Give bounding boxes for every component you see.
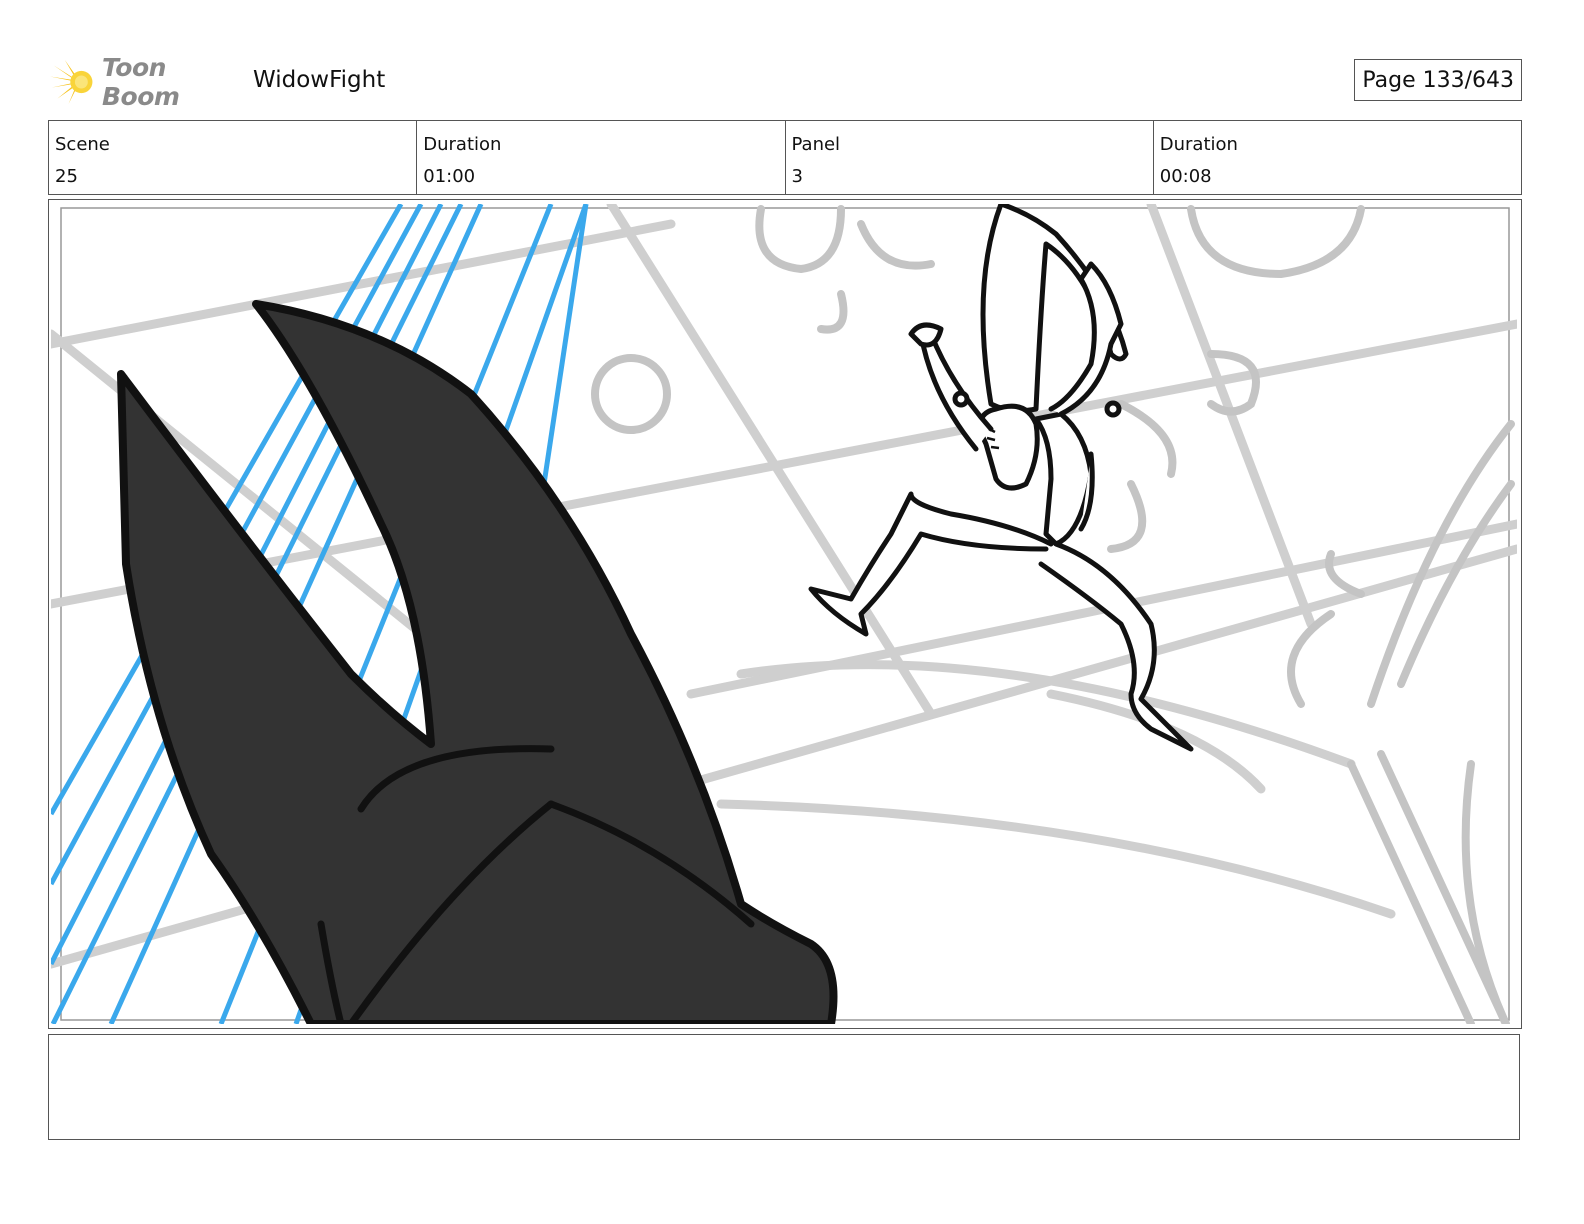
panel-label: Panel [791, 134, 841, 155]
project-title: WidowFight [253, 67, 386, 93]
logo-text: Toon Boom [101, 53, 180, 111]
panel-notes [48, 1034, 1520, 1140]
scene-duration-value: 01:00 [423, 166, 476, 187]
scene-label: Scene [55, 134, 110, 155]
panel-value: 3 [791, 166, 803, 187]
page-header: Toon Boom WidowFight Page 133/643 [48, 52, 1522, 111]
scene-info-table: Scene 25 Duration 01:00 Panel 3 Duration… [48, 120, 1522, 195]
scene-cell: Scene 25 [49, 121, 416, 194]
panel-duration-cell: Duration 00:08 [1152, 121, 1521, 194]
page-number: Page 133/643 [1354, 59, 1522, 101]
panel-duration-label: Duration [1159, 134, 1238, 155]
storyboard-panel [48, 199, 1522, 1029]
panel-sketch-image [51, 204, 1517, 1024]
panel-cell: Panel 3 [784, 121, 1153, 194]
panel-duration-value: 00:08 [1159, 166, 1212, 187]
scene-duration-label: Duration [423, 134, 502, 155]
toon-boom-logo: Toon Boom [50, 53, 240, 111]
starburst-icon [50, 59, 93, 105]
scene-duration-cell: Duration 01:00 [416, 121, 784, 194]
scene-value: 25 [55, 166, 78, 187]
